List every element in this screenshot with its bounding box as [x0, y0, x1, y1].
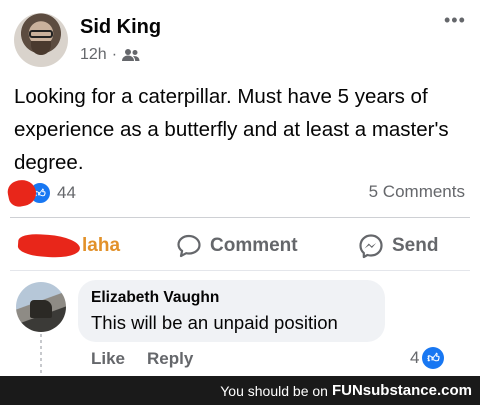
post-author[interactable]: Sid King — [80, 16, 161, 39]
comment-label: Comment — [210, 235, 298, 256]
comments-count-link[interactable]: 5 Comments — [369, 182, 465, 202]
commenter-name[interactable]: Elizabeth Vaughn — [91, 289, 219, 307]
divider — [10, 217, 470, 218]
comment-reply-button[interactable]: Reply — [147, 349, 193, 369]
commenter-avatar[interactable] — [16, 282, 66, 332]
haha-reaction-button[interactable]: laha — [17, 232, 121, 260]
comment-icon — [177, 234, 201, 258]
meta-separator: · — [111, 46, 118, 63]
redaction-scribble — [17, 232, 81, 260]
send-button[interactable]: Send — [358, 232, 438, 260]
divider — [10, 270, 470, 271]
comment-likes[interactable]: 4 👍︎ — [410, 347, 445, 369]
comment-text: This will be an unpaid position — [91, 312, 338, 333]
reactions-summary[interactable]: 👍︎ 44 — [5, 177, 76, 209]
friends-audience-icon[interactable] — [122, 48, 140, 62]
messenger-icon — [359, 234, 383, 259]
post-meta: 12h · — [80, 46, 140, 64]
watermark-text: You should be on — [220, 382, 328, 399]
beard-shape — [31, 41, 51, 55]
like-reaction-icon: 👍︎ — [422, 347, 445, 369]
thread-line — [40, 334, 42, 374]
haha-label: laha — [82, 235, 121, 256]
comment-like-button[interactable]: Like — [91, 349, 125, 369]
post-time[interactable]: 12h — [80, 46, 107, 64]
glasses-icon — [29, 30, 53, 38]
more-options-button[interactable]: ••• — [444, 10, 466, 31]
author-avatar[interactable] — [14, 13, 68, 67]
comment-likes-count: 4 — [410, 348, 420, 367]
watermark-brand: FUNsubstance.com — [331, 382, 472, 399]
reaction-count: 44 — [57, 183, 76, 202]
post-text: Looking for a caterpillar. Must have 5 y… — [14, 85, 449, 174]
comment-button[interactable]: Comment — [176, 232, 298, 260]
watermark-bar: You should be on FUNsubstance.com — [0, 376, 480, 405]
comment-actions: Like Reply — [91, 349, 193, 369]
send-label: Send — [392, 235, 439, 256]
horse-shape — [30, 300, 52, 318]
